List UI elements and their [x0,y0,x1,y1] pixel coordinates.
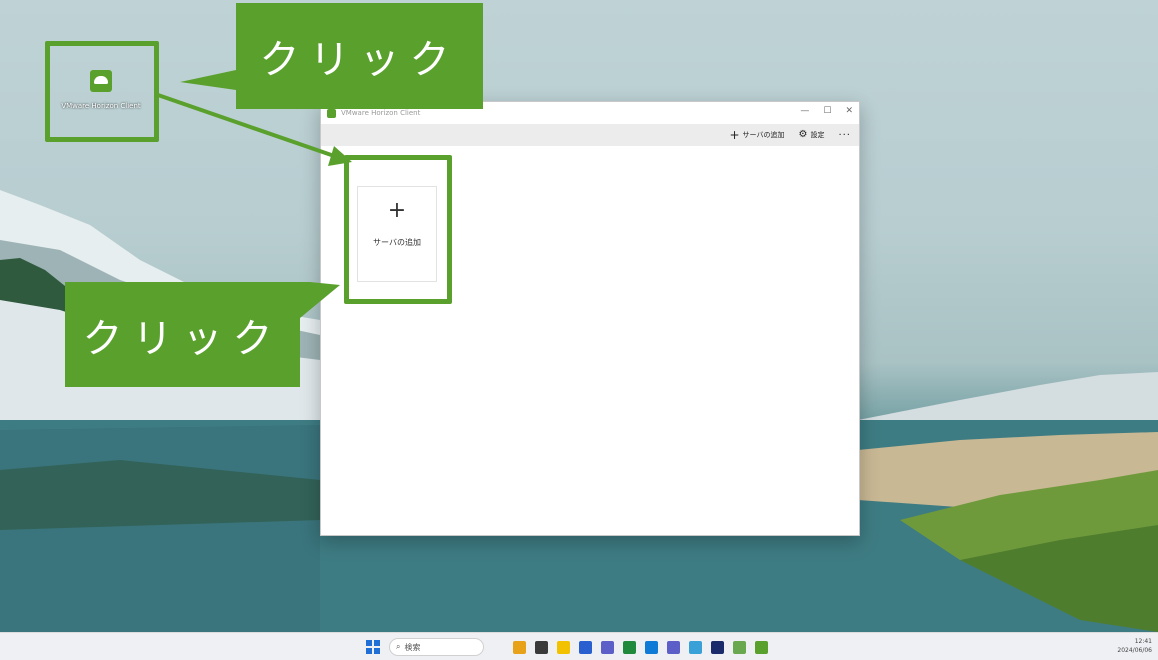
add-server-toolbar-button[interactable]: + サーバの追加 [729,128,785,142]
callout-click-left: クリック [65,282,300,387]
taskbar-app-icon[interactable] [601,640,614,654]
window-toolbar: + サーバの追加 ⚙ 設定 ··· [321,124,859,146]
windows-logo-tile [366,640,372,646]
window-controls: — ☐ ✕ [800,106,853,116]
taskbar-app-icon[interactable] [623,640,636,654]
settings-label: 設定 [810,131,825,139]
windows-logo-tile [374,640,380,646]
taskbar-app-icon[interactable] [513,640,526,654]
window-title: VMware Horizon Client [341,109,421,117]
taskbar-app-icon[interactable] [645,640,658,654]
taskbar: ⌕ 検索 12:41 2024/06/06 [0,632,1158,660]
maximize-button[interactable]: ☐ [823,106,831,116]
callout-click-top: クリック [236,3,483,109]
taskbar-center: ⌕ 検索 [366,638,768,656]
taskbar-app-icon[interactable] [579,640,592,654]
clock-time: 12:41 [1134,638,1152,645]
horizon-logo-icon [327,108,336,118]
minimize-button[interactable]: — [800,106,809,116]
highlight-add-server-card [344,155,452,304]
taskbar-search[interactable]: ⌕ 検索 [389,638,484,656]
windows-logo-tile [366,648,372,654]
taskbar-app-icon[interactable] [557,640,570,654]
windows-logo-tile [374,648,380,654]
highlight-desktop-icon [45,41,159,142]
more-options-button[interactable]: ··· [838,130,851,141]
clock-date: 2024/06/06 [1117,647,1152,654]
add-server-toolbar-label: サーバの追加 [742,131,785,139]
search-icon: ⌕ [396,642,401,651]
system-clock[interactable]: 12:41 2024/06/06 [1117,637,1152,655]
taskbar-app-icon[interactable] [711,640,724,654]
gear-icon: ⚙ [798,129,808,140]
taskbar-pinned-apps [513,640,768,654]
settings-button[interactable]: ⚙ 設定 [798,130,824,140]
search-placeholder: 検索 [404,642,421,652]
taskbar-app-icon[interactable] [667,640,680,654]
taskbar-app-icon[interactable] [689,640,702,654]
start-button[interactable] [366,640,380,654]
taskbar-app-icon[interactable] [535,640,548,654]
taskbar-app-icon[interactable] [755,640,768,654]
plus-icon: + [729,128,740,142]
close-button[interactable]: ✕ [845,106,853,116]
taskbar-app-icon[interactable] [733,640,746,654]
